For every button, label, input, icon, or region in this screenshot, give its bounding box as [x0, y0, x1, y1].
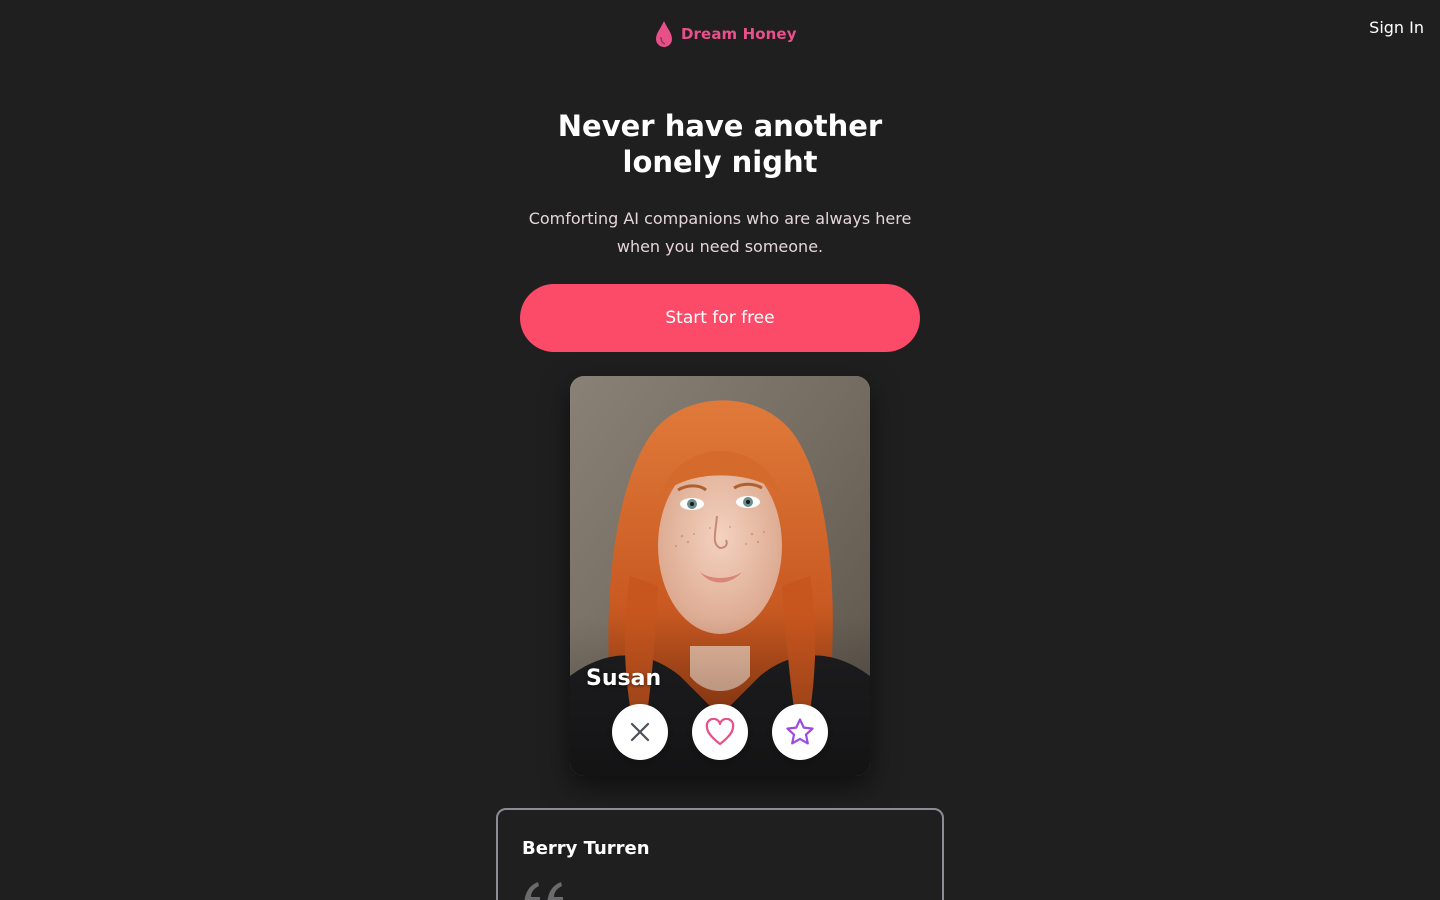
- testimonial-card: Berry Turren: [496, 808, 944, 900]
- landing-page: Dream Honey Sign In Never have another l…: [0, 0, 1440, 900]
- drop-icon: [656, 21, 672, 47]
- brand-name: Dream Honey: [681, 25, 797, 43]
- hero-subtitle: Comforting AI companions who are always …: [528, 209, 912, 256]
- brand-logo-link[interactable]: Dream Honey: [655, 20, 797, 48]
- companion-name: Susan: [586, 666, 662, 691]
- companion-profile-card[interactable]: Susan: [570, 376, 870, 776]
- start-for-free-button[interactable]: Start for free: [520, 284, 920, 352]
- card-actions: [612, 704, 828, 760]
- testimonial-author: Berry Turren: [522, 838, 650, 859]
- dismiss-button[interactable]: [612, 704, 668, 760]
- hero-title: Never have another lonely night: [557, 109, 883, 179]
- close-icon: [630, 722, 650, 742]
- star-icon: [786, 718, 814, 745]
- quote-icon: [524, 882, 563, 900]
- sign-in-link[interactable]: Sign In: [1369, 18, 1424, 37]
- heart-icon: [705, 718, 735, 746]
- like-button[interactable]: [692, 704, 748, 760]
- favorite-button[interactable]: [772, 704, 828, 760]
